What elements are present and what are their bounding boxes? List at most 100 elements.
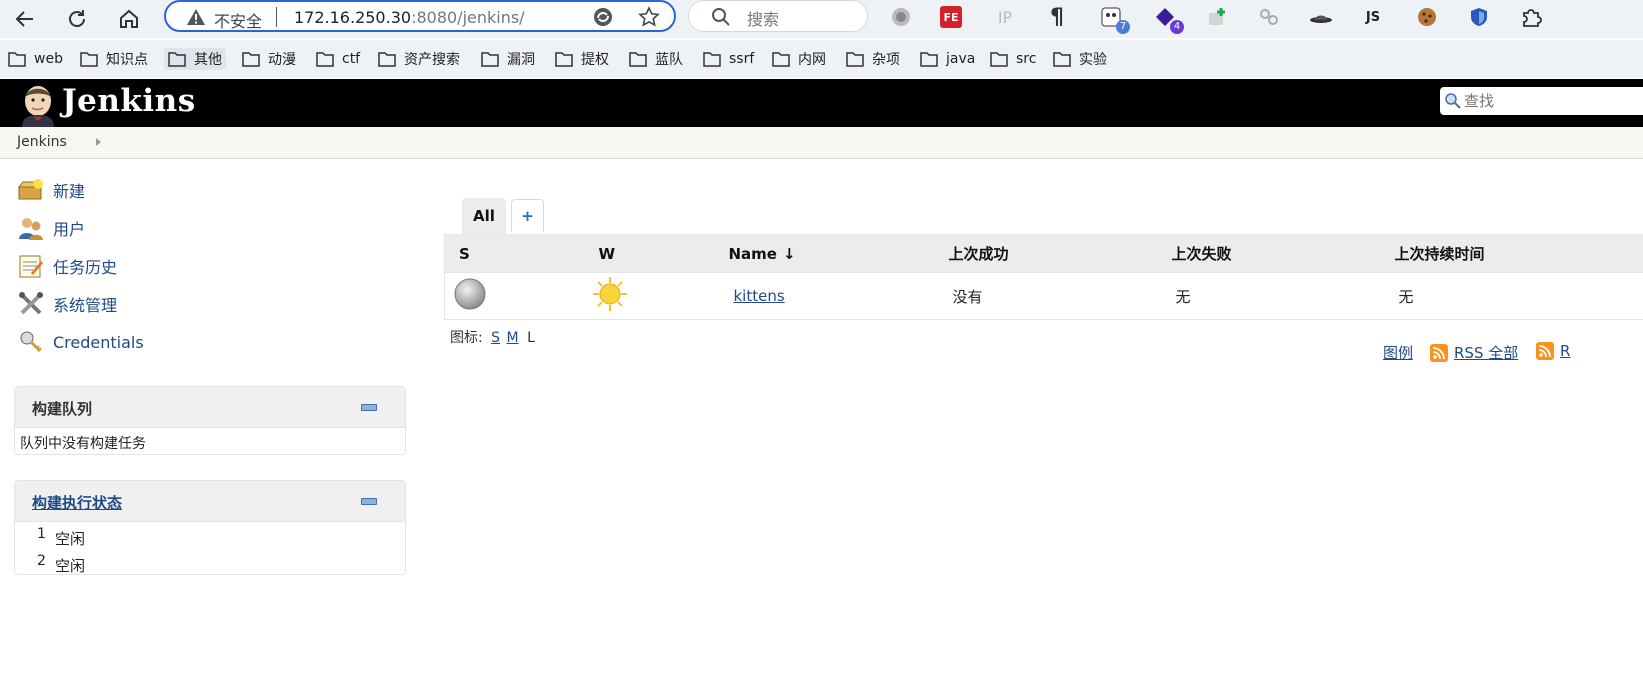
browser-toolbar: 不安全 172.16.250.30:8080/jenkins/ 搜索 FE IP…	[0, 0, 1643, 38]
panda-extension-icon[interactable]: 7	[1098, 4, 1130, 34]
bookmark-label: 知识点	[106, 52, 148, 68]
folder-icon	[481, 52, 499, 67]
executor-number: 1	[37, 526, 46, 542]
js-extension-icon[interactable]: JS	[1360, 4, 1386, 30]
bookmark-folder[interactable]: ctf	[316, 48, 360, 70]
column-weather[interactable]: W	[584, 234, 725, 273]
collapse-icon[interactable]	[361, 404, 377, 411]
executors-header: 构建执行状态	[15, 481, 405, 522]
browser-search-box[interactable]: 搜索	[688, 0, 868, 32]
column-name[interactable]: Name ↓	[724, 234, 945, 273]
task-credentials-label: Credentials	[53, 332, 144, 352]
job-status-cell	[444, 272, 585, 320]
folder-icon	[1053, 52, 1071, 67]
reload-icon	[69, 10, 85, 27]
folder-icon	[8, 52, 26, 67]
hat-extension-icon[interactable]	[1308, 4, 1334, 30]
executor-status: 空闲	[55, 530, 86, 548]
address-divider	[276, 7, 277, 27]
table-row: kittens 没有 无 无	[444, 272, 1643, 320]
bookmark-folder[interactable]: ssrf	[703, 48, 754, 70]
cookie-extension-icon[interactable]	[1414, 4, 1440, 30]
jenkins-title[interactable]: Jenkins	[62, 83, 196, 119]
shield-extension-icon[interactable]	[1466, 4, 1492, 30]
breadcrumb-arrow-icon[interactable]	[96, 138, 101, 146]
bookmark-folder[interactable]: 杂项	[846, 48, 900, 70]
tools-icon	[19, 292, 43, 315]
bookmark-folder[interactable]: 漏洞	[481, 48, 535, 70]
folder-icon	[846, 52, 864, 67]
bookmark-folder[interactable]: 实验	[1053, 48, 1107, 70]
breadcrumb-jenkins[interactable]: Jenkins	[17, 134, 67, 150]
executor-row: 2 空闲	[15, 549, 405, 576]
search-placeholder: 搜索	[747, 10, 780, 29]
bookmark-folder[interactable]: 蓝队	[629, 48, 683, 70]
bookmark-label: src	[1016, 51, 1037, 67]
task-new[interactable]: 新建	[17, 177, 85, 203]
bookmark-folder[interactable]: 动漫	[242, 48, 296, 70]
rss-failures-link[interactable]: R	[1536, 342, 1570, 360]
bookmark-star-icon[interactable]	[638, 6, 660, 28]
bookmark-folder[interactable]: web	[8, 48, 63, 70]
legend-link[interactable]: 图例	[1383, 342, 1413, 363]
reload-button[interactable]	[62, 4, 92, 34]
build-queue-title: 构建队列	[32, 400, 93, 418]
bookmark-folder[interactable]: 内网	[772, 48, 826, 70]
column-last-failure[interactable]: 上次失败	[1167, 234, 1391, 273]
fe-extension-icon[interactable]: FE	[940, 6, 962, 28]
bookmark-folder[interactable]: src	[990, 48, 1036, 70]
jenkins-logo-icon[interactable]	[16, 83, 58, 127]
task-credentials[interactable]: Credentials	[17, 329, 144, 355]
build-queue-pane: 构建队列 队列中没有构建任务	[14, 386, 406, 455]
bookmark-folder[interactable]: java	[920, 48, 975, 70]
icon-size-m[interactable]: M	[507, 330, 519, 346]
back-button[interactable]	[10, 4, 40, 34]
task-manage[interactable]: 系统管理	[17, 291, 117, 317]
tab-all[interactable]: All	[462, 198, 506, 234]
address-bar[interactable]: 不安全 172.16.250.30:8080/jenkins/	[164, 0, 676, 32]
executors-pane: 构建执行状态 1 空闲 2 空闲	[14, 480, 406, 575]
plus-icon	[1209, 8, 1225, 25]
rss-all-link[interactable]: RSS 全部	[1430, 342, 1518, 363]
puzzle-extension-icon[interactable]	[1518, 4, 1544, 30]
folder-icon	[168, 52, 186, 67]
edge-refresh-icon[interactable]	[592, 6, 614, 28]
icon-size-s[interactable]: S	[491, 330, 500, 346]
job-weather-cell	[584, 272, 725, 320]
bookmark-label: 提权	[581, 52, 609, 68]
job-last-duration: 无	[1390, 272, 1643, 320]
collapse-icon[interactable]	[361, 498, 377, 505]
column-last-success[interactable]: 上次成功	[944, 234, 1168, 273]
sort-arrow-icon: ↓	[782, 244, 796, 263]
folder-icon	[555, 52, 573, 67]
executor-row: 1 空闲	[15, 522, 405, 549]
table-header-row: S W Name ↓ 上次成功 上次失败 上次持续时间	[444, 234, 1643, 273]
diamond-extension-icon[interactable]: 4	[1152, 4, 1184, 34]
column-last-duration[interactable]: 上次持续时间	[1390, 234, 1643, 273]
jenkins-search-box[interactable]	[1440, 87, 1643, 115]
executors-title[interactable]: 构建执行状态	[32, 492, 122, 513]
folder-icon	[772, 52, 790, 67]
circle-extension-icon[interactable]	[888, 4, 914, 30]
cookie-icon	[1418, 8, 1436, 26]
bookmark-folder[interactable]: 知识点	[80, 48, 148, 70]
bookmark-folder[interactable]: 资产搜索	[378, 48, 460, 70]
job-link[interactable]: kittens	[734, 287, 785, 305]
task-build-history[interactable]: 任务历史	[17, 253, 117, 279]
jenkins-search-input[interactable]	[1462, 89, 1643, 113]
bookmark-folder[interactable]: 提权	[555, 48, 609, 70]
grey-ball-icon	[454, 278, 486, 310]
bookmark-folder[interactable]: 其他	[164, 48, 226, 70]
column-status[interactable]: S	[444, 234, 585, 273]
add-view-tab[interactable]: +	[511, 199, 544, 232]
bookmark-label: ssrf	[729, 51, 755, 67]
home-button[interactable]	[114, 4, 144, 34]
nodes-extension-icon[interactable]	[1256, 4, 1282, 30]
bookmark-label: 其他	[194, 52, 222, 68]
bookmark-label: 实验	[1079, 52, 1107, 68]
icon-size-label: 图标:	[450, 330, 483, 346]
pilcrow-extension-icon[interactable]: ¶	[1044, 4, 1070, 30]
ip-extension-icon[interactable]: IP	[992, 4, 1018, 30]
plus-extension-icon[interactable]	[1204, 4, 1230, 30]
task-users[interactable]: 用户	[17, 215, 85, 241]
